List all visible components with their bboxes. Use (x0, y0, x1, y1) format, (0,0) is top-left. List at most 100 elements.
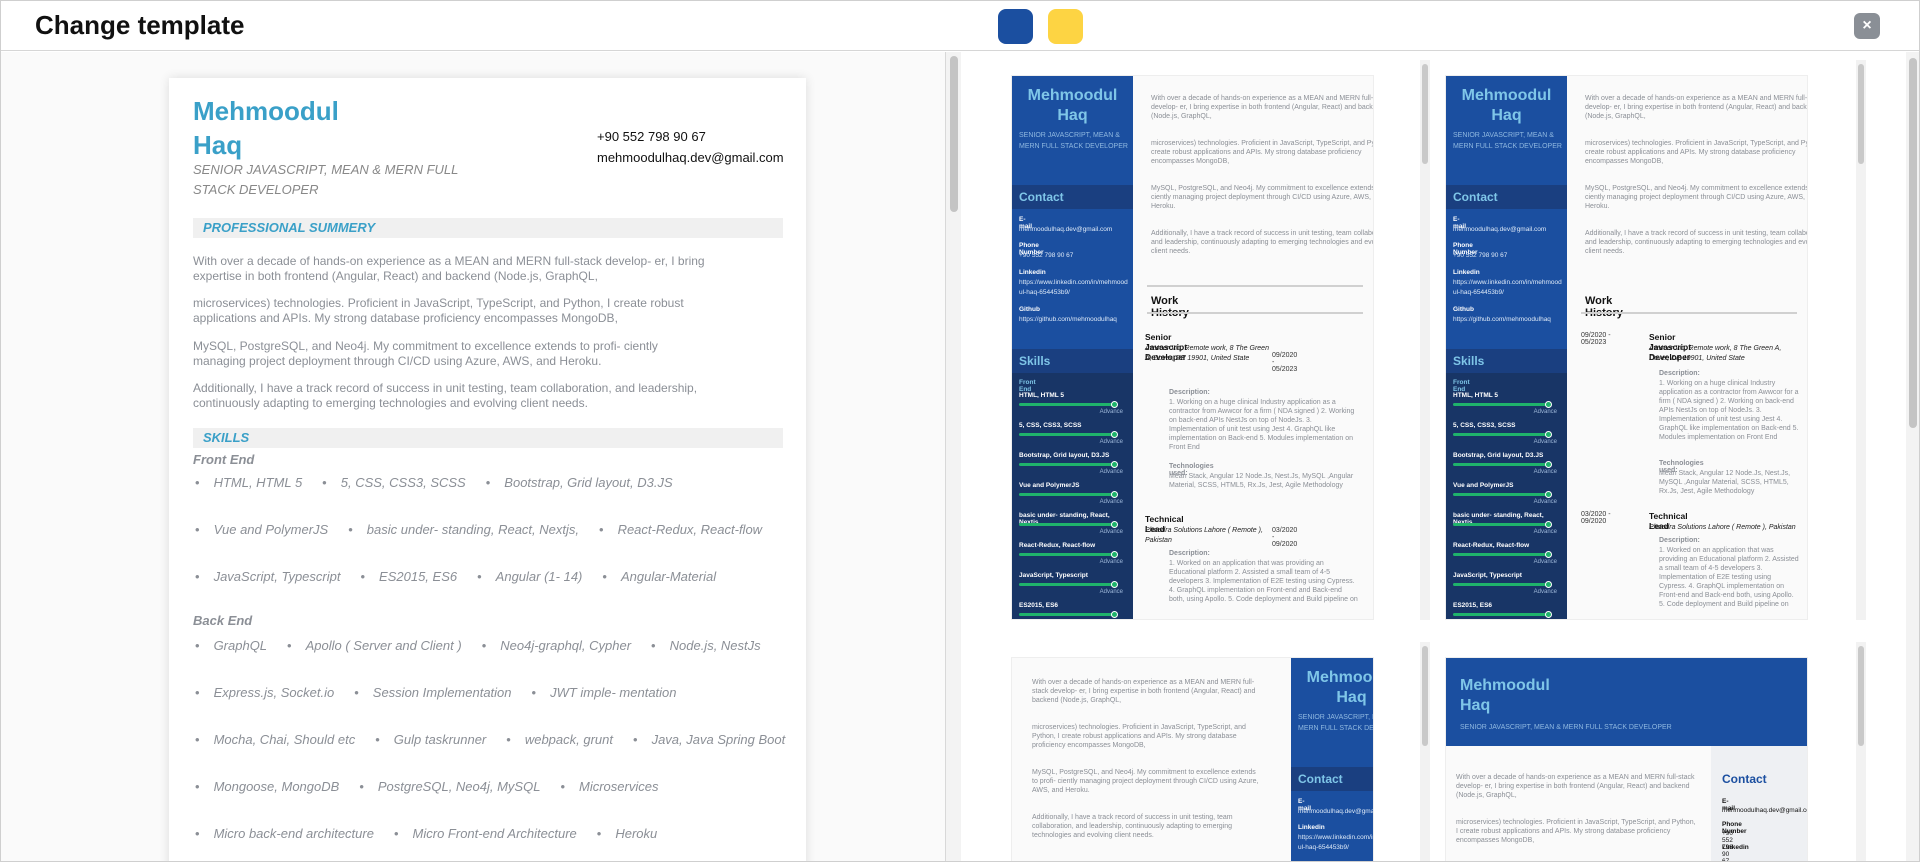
scrollbar-thumb[interactable] (1422, 646, 1428, 746)
scrollbar-thumb[interactable] (1422, 64, 1428, 164)
job-desc-label: Description: (1659, 537, 1700, 544)
skill-level: Advance (1099, 559, 1123, 565)
skill-row: Vue and PolymerJS basic under- standing, … (193, 522, 780, 537)
skill-row: HTML, HTML 5 5, CSS, CSS3, SCSS Bootstrap,… (193, 475, 691, 490)
mini-summary: microservices) technologies. Proficient … (1456, 819, 1696, 844)
skill-bar (1453, 583, 1549, 586)
job-desc-label: Description: (1659, 370, 1700, 377)
resume-preview-panel: Mehmoodul Haq SENIOR JAVASCRIPT, MEAN & M… (1, 52, 945, 861)
skill-level-dot (1111, 431, 1118, 438)
template-card-1[interactable]: Mehmoodul Haq SENIOR JAVASCRIPT, MEAN & M… (1011, 75, 1374, 620)
phone-value: +90 552 798 90 67 (1019, 252, 1074, 259)
template-card-2-scrollbar[interactable] (1856, 60, 1866, 620)
gallery-scrollbar-thumb[interactable] (1909, 58, 1917, 428)
work-history-heading: Work History (1151, 295, 1189, 319)
skill-name: 5, CSS, CSS3, SCSS (1019, 422, 1082, 429)
job-company: Phaedra Solutions Lahore ( Remote ), Pak… (1145, 527, 1263, 544)
template-card-4-scrollbar[interactable] (1856, 642, 1866, 861)
mini-summary: With over a decade of hands-on experienc… (1585, 95, 1808, 120)
contact-heading-text: Contact (1019, 190, 1064, 204)
skill-name: Vue and PolymerJS (1453, 482, 1514, 489)
change-template-dialog: Change template × Mehmoodul Haq SENIOR JA… (0, 0, 1920, 862)
skill-item: Angular-Material (600, 569, 716, 584)
skills-heading-text: Skills (1019, 354, 1051, 368)
template-card-2[interactable]: Mehmoodul Haq SENIOR JAVASCRIPT, MEAN & M… (1445, 75, 1808, 620)
preview-scrollbar[interactable] (945, 52, 961, 861)
scrollbar-thumb[interactable] (1858, 646, 1864, 746)
skill-level-dot (1545, 431, 1552, 438)
template-gallery: Mehmoodul Haq SENIOR JAVASCRIPT, MEAN & M… (961, 52, 1919, 861)
front-end-label: Front End (1019, 379, 1036, 393)
template-card-3-scrollbar[interactable] (1420, 642, 1430, 861)
skill-bar (1453, 523, 1549, 526)
skill-item: Gulp taskrunner (373, 732, 487, 747)
skill-item: Micro back-end architecture (193, 826, 374, 841)
skill-item: Session Implementation (352, 685, 512, 700)
skill-item: GraphQL (193, 638, 267, 653)
template-card-1-scrollbar[interactable] (1420, 60, 1430, 620)
preview-scrollbar-thumb[interactable] (950, 56, 958, 212)
skills-heading-text: SKILLS (203, 430, 250, 445)
skill-level-dot (1545, 401, 1552, 408)
mini-skills-heading: Skills (1446, 349, 1567, 373)
template-card-4[interactable]: Mehmoodul Haq SENIOR JAVASCRIPT, MEAN & M… (1445, 657, 1808, 861)
skill-name: JavaScript, Typescript (1019, 572, 1088, 579)
mini-summary: microservices) technologies. Proficient … (1585, 140, 1808, 165)
skill-bar (1453, 613, 1549, 616)
work-history-heading: Work History (1585, 295, 1623, 319)
gallery-scrollbar[interactable] (1906, 52, 1919, 861)
skill-level-dot (1545, 581, 1552, 588)
mini-summary: MySQL, PostgreSQL, and Neo4j. My commitm… (1032, 769, 1259, 794)
skill-item: Java, Java Spring Boot (631, 732, 786, 747)
skill-item: PostgreSQL, Neo4j, MySQL (357, 779, 541, 794)
skill-item: JavaScript, Typescript (193, 569, 341, 584)
scrollbar-thumb[interactable] (1858, 64, 1864, 164)
skill-bar (1019, 433, 1115, 436)
skill-level: Advance (1533, 529, 1557, 535)
skill-level: Advance (1099, 409, 1123, 415)
job-company: Phaedra Solutions Lahore ( Remote ), Pak… (1649, 524, 1796, 531)
skill-level: Advance (1099, 439, 1123, 445)
skill-item: Bootstrap, Grid layout, D3.JS (484, 475, 672, 490)
mini-summary: Additionally, I have a track record of s… (1032, 814, 1233, 839)
skill-item: Apollo ( Server and Client ) (285, 638, 462, 653)
skill-name: React-Redux, React-flow (1019, 542, 1096, 549)
skill-name: Vue and PolymerJS (1019, 482, 1080, 489)
mini-contact-heading: Contact (1012, 185, 1133, 209)
skill-row: GraphQL Apollo ( Server and Client ) Neo4j… (193, 638, 779, 653)
skill-level: Advance (1533, 439, 1557, 445)
email-value: mehmoodulhaq.dev@gmail.com (1298, 808, 1374, 815)
skill-level: Advance (1100, 619, 1123, 620)
mini-role: SENIOR JAVASCRIPT, MEAN & MERN FULL STAC… (1453, 132, 1562, 150)
contact-heading-text: Contact (1453, 190, 1498, 204)
skill-level-dot (1111, 521, 1118, 528)
skill-bar (1453, 433, 1549, 436)
skill-level: Advance (1533, 589, 1557, 595)
skill-level: Advance (1533, 469, 1557, 475)
skill-name: Bootstrap, Grid layout, D3.JS (1019, 452, 1110, 459)
close-button[interactable]: × (1854, 13, 1880, 39)
skill-item: JavaScript, Typescript Advance (1453, 572, 1563, 602)
skill-row: JavaScript, Typescript ES2015, ES6 Angular… (193, 569, 734, 584)
skill-bar (1019, 403, 1115, 406)
color-swatch-blue[interactable] (998, 9, 1033, 44)
job-description: 1. Worked on an application that was pro… (1169, 560, 1358, 603)
linkedin-label: Linkedin (1298, 824, 1325, 831)
color-swatch-yellow[interactable] (1048, 9, 1083, 44)
skill-name: ES2015, ES6 (1019, 602, 1059, 609)
skill-level: Advance (1099, 469, 1123, 475)
mini-summary: microservices) technologies. Proficient … (1151, 140, 1374, 165)
skill-row: Micro back-end architecture Micro Front-e… (193, 826, 675, 841)
skill-item: Bootstrap, Grid layout, D3.JS Advance (1453, 452, 1563, 482)
skill-item: React-Redux, React-flow Advance (1453, 542, 1563, 572)
resume-phone: +90 552 798 90 67 (597, 129, 706, 144)
skill-bar (1019, 463, 1115, 466)
skill-bar (1019, 553, 1115, 556)
template-card-3[interactable]: With over a decade of hands-on experienc… (1011, 657, 1374, 861)
skills-heading-text: Skills (1453, 354, 1485, 368)
skill-item: Vue and PolymerJS (193, 522, 329, 537)
skill-item: JWT imple- mentation (530, 685, 676, 700)
summary-paragraph: microservices) technologies. Proficient … (193, 296, 684, 325)
skill-row: Express.js, Socket.io Session Implementat… (193, 685, 695, 700)
job-dates: 09/2020 - 05/2023 (1581, 332, 1611, 346)
